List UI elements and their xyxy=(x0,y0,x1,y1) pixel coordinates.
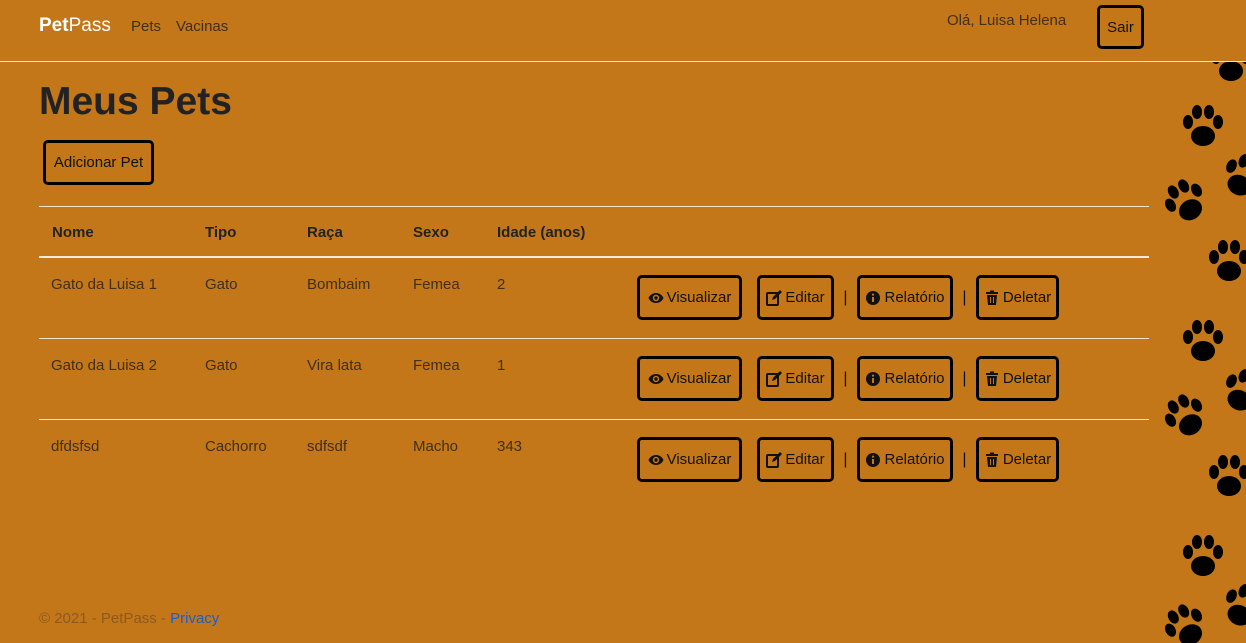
brand-bold: Pet xyxy=(39,15,69,36)
top-navbar: PetPass Pets Vacinas Olá, Luisa Helena S… xyxy=(0,0,1246,62)
header-idade: Idade (anos) xyxy=(497,224,586,241)
eye-icon xyxy=(648,290,664,306)
eye-icon xyxy=(648,371,664,387)
report-label: Relatório xyxy=(884,370,945,387)
cell-idade: 343 xyxy=(497,438,523,455)
paw-decoration xyxy=(1156,62,1246,643)
report-label: Relatório xyxy=(884,289,945,306)
delete-label: Deletar xyxy=(1002,370,1052,387)
cell-idade: 2 xyxy=(497,276,506,293)
paw-print-icon xyxy=(1178,532,1228,582)
cell-raca: Vira lata xyxy=(307,357,362,374)
eye-icon xyxy=(648,452,664,468)
view-button[interactable]: Visualizar xyxy=(637,437,742,482)
user-greeting: Olá, Luisa Helena xyxy=(947,12,1067,29)
edit-icon xyxy=(766,451,783,468)
cell-sexo: Femea xyxy=(413,276,460,293)
footer-copyright: © 2021 - PetPass - xyxy=(39,610,171,627)
edit-label: Editar xyxy=(785,289,825,306)
report-button[interactable]: Relatório xyxy=(857,437,953,482)
app-page: PetPass Pets Vacinas Olá, Luisa Helena S… xyxy=(0,0,1246,643)
delete-label: Deletar xyxy=(1002,289,1052,306)
header-tipo: Tipo xyxy=(205,224,237,241)
cell-raca: sdfsdf xyxy=(307,438,348,455)
action-separator: | xyxy=(962,369,967,387)
nav-link-vacinas[interactable]: Vacinas xyxy=(176,18,228,35)
paw-print-icon xyxy=(1178,102,1228,152)
cell-raca: Bombaim xyxy=(307,276,371,293)
cell-nome: Gato da Luisa 2 xyxy=(51,357,157,374)
logout-button[interactable]: Sair xyxy=(1097,5,1144,49)
info-icon xyxy=(865,452,881,468)
view-label: Visualizar xyxy=(666,289,732,306)
table-row: Gato da Luisa 2 Gato Vira lata Femea 1 V… xyxy=(39,339,1149,420)
edit-button[interactable]: Editar xyxy=(757,275,834,320)
trash-icon xyxy=(984,290,1000,306)
table-header: Nome Tipo Raça Sexo Idade (anos) xyxy=(39,207,1149,258)
report-label: Relatório xyxy=(884,451,945,468)
action-separator: | xyxy=(843,450,848,468)
delete-button[interactable]: Deletar xyxy=(976,437,1059,482)
nav-link-pets[interactable]: Pets xyxy=(131,18,161,35)
header-nome: Nome xyxy=(52,224,94,241)
add-pet-button[interactable]: Adicionar Pet xyxy=(43,140,154,185)
info-icon xyxy=(865,290,881,306)
action-separator: | xyxy=(843,288,848,306)
edit-label: Editar xyxy=(785,370,825,387)
table-row: Gato da Luisa 1 Gato Bombaim Femea 2 Vis… xyxy=(39,258,1149,339)
header-raca: Raça xyxy=(307,224,343,241)
row-actions: Visualizar Editar | Relatório | Deletar xyxy=(637,356,1059,401)
row-actions: Visualizar Editar | Relatório | Deletar xyxy=(637,275,1059,320)
cell-nome: Gato da Luisa 1 xyxy=(51,276,157,293)
action-separator: | xyxy=(962,288,967,306)
trash-icon xyxy=(984,371,1000,387)
cell-tipo: Gato xyxy=(205,276,238,293)
delete-button[interactable]: Deletar xyxy=(976,356,1059,401)
paw-print-icon xyxy=(1210,144,1246,210)
edit-button[interactable]: Editar xyxy=(757,437,834,482)
paw-print-icon xyxy=(1210,359,1246,425)
brand-light: Pass xyxy=(68,15,111,36)
view-label: Visualizar xyxy=(666,451,732,468)
footer: © 2021 - PetPass - Privacy xyxy=(39,610,219,627)
row-actions: Visualizar Editar | Relatório | Deletar xyxy=(637,437,1059,482)
paw-print-icon xyxy=(1156,383,1220,451)
edit-button[interactable]: Editar xyxy=(757,356,834,401)
view-label: Visualizar xyxy=(666,370,732,387)
table-row: dfdsfsd Cachorro sdfsdf Macho 343 Visual… xyxy=(39,420,1149,500)
cell-nome: dfdsfsd xyxy=(51,438,100,455)
paw-print-icon xyxy=(1206,62,1246,87)
cell-sexo: Femea xyxy=(413,357,460,374)
privacy-link[interactable]: Privacy xyxy=(170,610,219,627)
edit-label: Editar xyxy=(785,451,825,468)
action-separator: | xyxy=(843,369,848,387)
view-button[interactable]: Visualizar xyxy=(637,275,742,320)
table-body: Gato da Luisa 1 Gato Bombaim Femea 2 Vis… xyxy=(39,258,1149,500)
cell-tipo: Cachorro xyxy=(205,438,267,455)
report-button[interactable]: Relatório xyxy=(857,275,953,320)
delete-button[interactable]: Deletar xyxy=(976,275,1059,320)
brand-logo[interactable]: PetPass xyxy=(39,15,111,37)
cell-tipo: Gato xyxy=(205,357,238,374)
edit-icon xyxy=(766,289,783,306)
paw-print-icon xyxy=(1204,237,1246,287)
paw-print-icon xyxy=(1178,317,1228,367)
delete-label: Deletar xyxy=(1002,451,1052,468)
report-button[interactable]: Relatório xyxy=(857,356,953,401)
paw-print-icon xyxy=(1204,452,1246,502)
header-sexo: Sexo xyxy=(413,224,449,241)
pets-table: Nome Tipo Raça Sexo Idade (anos) Gato da… xyxy=(39,206,1149,500)
page-title: Meus Pets xyxy=(39,80,232,123)
edit-icon xyxy=(766,370,783,387)
action-separator: | xyxy=(962,450,967,468)
paw-print-icon xyxy=(1156,168,1220,236)
cell-sexo: Macho xyxy=(413,438,459,455)
view-button[interactable]: Visualizar xyxy=(637,356,742,401)
cell-idade: 1 xyxy=(497,357,506,374)
trash-icon xyxy=(984,452,1000,468)
info-icon xyxy=(865,371,881,387)
